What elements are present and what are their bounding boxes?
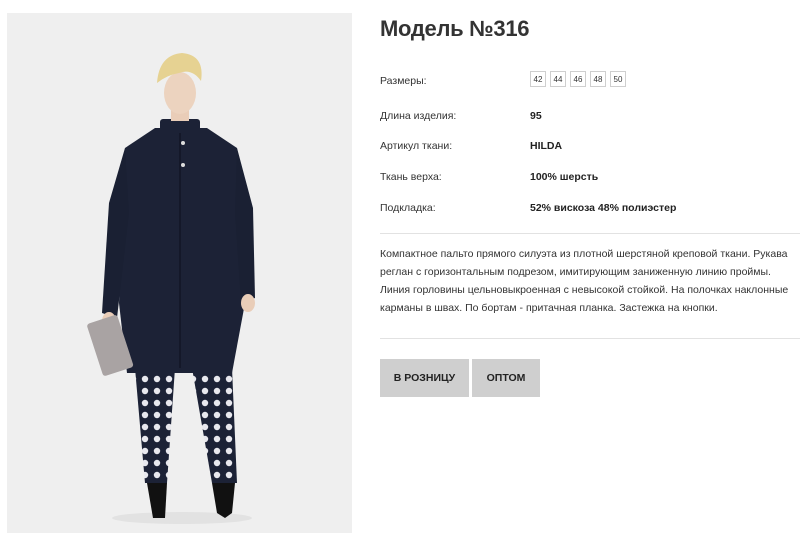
length-value: 95 [530,110,542,122]
spec-row-length: Длина изделия: 95 [380,106,800,126]
article-value: HILDA [530,140,563,152]
spec-row-sizes: Размеры: 42 44 46 48 50 [380,71,800,91]
size-option-50[interactable]: 50 [610,71,626,87]
size-option-48[interactable]: 48 [590,71,606,87]
sizes-label: Размеры: [380,75,427,87]
length-label: Длина изделия: [380,110,457,122]
article-label: Артикул ткани: [380,140,453,152]
product-title: Модель №316 [380,16,530,41]
divider [380,338,800,339]
size-option-46[interactable]: 46 [570,71,586,87]
retail-button[interactable]: В РОЗНИЦУ [380,359,469,397]
product-photo [7,13,352,533]
product-description: Компактное пальто прямого силуэта из пло… [380,248,789,314]
size-selector: 42 44 46 48 50 [530,71,626,87]
wholesale-button[interactable]: ОПТОМ [472,359,540,397]
spec-row-article: Артикул ткани: HILDA [380,136,800,156]
size-option-42[interactable]: 42 [530,71,546,87]
top-fabric-label: Ткань верха: [380,171,442,183]
lining-label: Подкладка: [380,202,436,214]
lining-value: 52% вискоза 48% полиэстер [530,202,677,214]
model-illustration [87,53,255,524]
divider [380,233,800,234]
top-fabric-value: 100% шерсть [530,171,599,183]
spec-row-top-fabric: Ткань верха: 100% шерсть [380,167,800,187]
spec-row-lining: Подкладка: 52% вискоза 48% полиэстер [380,198,800,218]
size-option-44[interactable]: 44 [550,71,566,87]
